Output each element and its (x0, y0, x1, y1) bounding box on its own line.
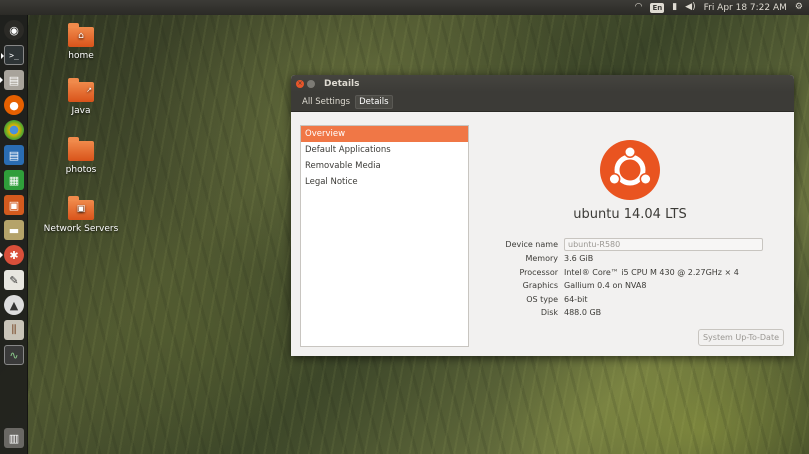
window-title: Details (324, 78, 360, 89)
archive-manager-icon[interactable]: ▬ (4, 220, 24, 240)
keyboard-layout-indicator[interactable]: En (650, 2, 665, 13)
wifi-icon[interactable]: ◠ (635, 0, 643, 15)
nav-item-overview[interactable]: Overview (301, 126, 468, 142)
desktop-icon-home[interactable]: ⌂ home (41, 23, 121, 61)
mixer-icon[interactable]: ⫼ (4, 320, 24, 340)
system-info: Device name ubuntu-R580 Memory 3.6 GiB P… (491, 236, 791, 320)
nav-item-removable-media[interactable]: Removable Media (301, 158, 468, 174)
spec-label: Graphics (522, 281, 558, 291)
text-editor-icon[interactable]: ✎ (4, 270, 24, 290)
firefox-icon[interactable]: ● (4, 95, 24, 115)
top-panel: ◠ En ▮ ◀) Fri Apr 18 7:22 AM ⚙ (0, 0, 809, 15)
desktop-icon-network-servers[interactable]: ▣ Network Servers (41, 196, 121, 234)
spec-value: 488.0 GB (564, 308, 602, 318)
minimize-icon[interactable] (307, 79, 315, 88)
desktop-icon-label: home (68, 51, 94, 61)
breadcrumb-details[interactable]: Details (355, 94, 393, 109)
nav-item-legal-notice[interactable]: Legal Notice (301, 174, 468, 190)
network-folder-icon: ▣ (68, 196, 94, 220)
breadcrumb: All Settings Details (291, 92, 794, 112)
home-folder-icon: ⌂ (68, 23, 94, 47)
desktop-icon-photos[interactable]: photos (41, 137, 121, 175)
close-icon[interactable]: × (296, 79, 304, 88)
nav-item-default-applications[interactable]: Default Applications (301, 142, 468, 158)
details-window: × Details All Settings Details Overview … (291, 75, 794, 356)
trash-icon[interactable]: ▥ (4, 428, 24, 448)
desktop-icon-label: Java (71, 106, 91, 116)
calc-icon[interactable]: ▦ (4, 170, 24, 190)
device-name-label: Device name (505, 239, 558, 249)
spec-row-memory: Memory 3.6 GiB (491, 252, 791, 266)
chromium-icon[interactable] (4, 120, 24, 140)
spec-row-processor: Processor Intel® Core™ i5 CPU M 430 @ 2.… (491, 266, 791, 280)
folder-icon (68, 137, 94, 161)
device-name-row: Device name ubuntu-R580 (491, 236, 791, 252)
writer-icon[interactable]: ▤ (4, 145, 24, 165)
launcher: ◉ >_ ▤ ● ▤ ▦ ▣ ▬ ✱ ✎ ▲ ⫼ ∿ ▥ (0, 15, 28, 454)
dash-home-icon[interactable]: ◉ (4, 20, 24, 40)
breadcrumb-all-settings[interactable]: All Settings (300, 95, 352, 109)
desktop-icon-java[interactable]: ↗ Java (41, 78, 121, 116)
spec-value: Gallium 0.4 on NVA8 (564, 281, 647, 291)
ubuntu-logo-icon (600, 140, 660, 200)
spec-row-disk: Disk 488.0 GB (491, 306, 791, 320)
distro-name: ubuntu 14.04 LTS (573, 207, 687, 222)
system-monitor-icon[interactable]: ∿ (4, 345, 24, 365)
device-name-field[interactable]: ubuntu-R580 (564, 237, 763, 251)
spec-row-graphics: Graphics Gallium 0.4 on NVA8 (491, 279, 791, 293)
window-titlebar[interactable]: × Details (291, 75, 794, 92)
spec-row-os-type: OS type 64-bit (491, 293, 791, 307)
spec-value: 3.6 GiB (564, 254, 594, 264)
software-updater-icon[interactable]: ▲ (4, 295, 24, 315)
battery-icon[interactable]: ▮ (672, 0, 677, 15)
system-up-to-date-button[interactable]: System Up-To-Date (698, 329, 784, 346)
spec-label: Disk (540, 308, 558, 318)
spec-value: 64-bit (564, 294, 588, 304)
impress-icon[interactable]: ▣ (4, 195, 24, 215)
spec-value: Intel® Core™ i5 CPU M 430 @ 2.27GHz × 4 (564, 267, 739, 277)
spec-label: Processor (519, 267, 558, 277)
volume-icon[interactable]: ◀) (685, 0, 695, 15)
system-settings-icon[interactable]: ✱ (0, 245, 24, 265)
gear-icon[interactable]: ⚙ (795, 0, 803, 15)
desktop-icon-label: Network Servers (43, 224, 119, 234)
spec-label: OS type (526, 294, 558, 304)
terminal-icon[interactable]: >_ (1, 45, 24, 65)
details-nav-list: Overview Default Applications Removable … (300, 125, 469, 347)
folder-icon: ↗ (68, 78, 94, 102)
clock[interactable]: Fri Apr 18 7:22 AM (704, 3, 787, 13)
desktop-icon-label: photos (65, 165, 97, 175)
spec-label: Memory (525, 254, 558, 264)
files-icon[interactable]: ▤ (0, 70, 24, 90)
